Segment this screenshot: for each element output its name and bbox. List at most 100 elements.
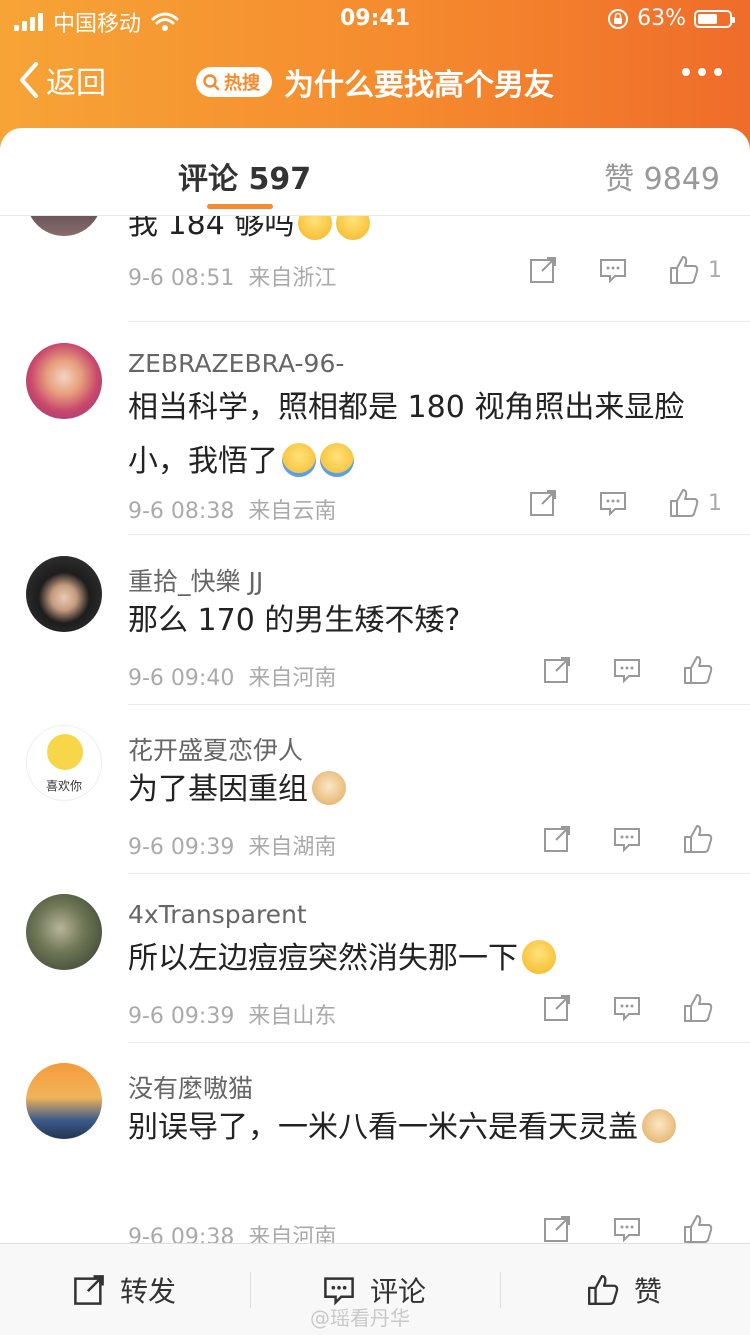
username[interactable]: 花开盛夏恋伊人 [128,731,303,767]
comment-text: 所以左边痘痘突然消失那一下 [128,932,728,986]
back-label: 返回 [46,66,106,101]
tab-active-indicator [207,204,273,209]
like-button[interactable] [682,992,722,1024]
thumbs-up-icon [670,489,699,517]
comment-icon [600,259,626,284]
avatar[interactable] [26,556,102,632]
reply-button[interactable] [612,824,642,854]
more-menu-button[interactable] [682,68,722,76]
username[interactable]: 重拾_快樂 JJ [128,562,263,598]
like-button[interactable]: 1 [668,254,722,286]
tab-bar: 评论 597 赞 9849 [0,128,750,216]
comment-actions [542,654,722,686]
watermark: @瑶看丹华 [310,1306,410,1330]
share-button[interactable] [542,993,572,1023]
avatar[interactable]: 喜欢你 [26,725,102,801]
reply-button[interactable] [612,1214,642,1243]
battery-percent: 63% [637,6,686,31]
comments-panel: 评论 597 赞 9849 我 184 够吗 9-6 08:51 来自浙江 1 [0,128,750,1334]
comment-actions: 1 [528,254,722,286]
battery-icon [694,9,735,28]
comment-meta: 9-6 09:40 来自河南 [128,666,337,691]
divider [128,534,750,535]
thumbs-up-icon [684,1215,713,1243]
comment-meta: 9-6 09:39 来自湖南 [128,835,337,860]
comment-text: 别误导了，一米八看一米六是看天灵盖 [128,1101,728,1155]
comment-icon [600,492,626,517]
comment-text: 相当科学，照相都是 180 视角照出来显脸小，我悟了 [128,390,685,479]
thumbs-up-icon [684,825,713,853]
like-button[interactable] [682,654,722,686]
hot-search-badge[interactable]: 热搜 [196,67,272,97]
username[interactable]: 4xTransparent [128,900,307,929]
comment-actions [542,823,722,855]
avatar[interactable] [26,1063,102,1139]
doge-emoji [312,771,346,805]
avatar-duck-graphic [47,734,83,770]
comment-text: 我 184 够吗 [128,216,728,252]
share-button[interactable] [528,255,558,285]
like-count: 1 [708,490,722,516]
comment-list[interactable]: 我 184 够吗 9-6 08:51 来自浙江 1 ZEBRAZEBRA-96-… [0,216,750,1243]
comment-icon [614,997,640,1022]
avatar[interactable] [26,216,102,236]
laugh-cry-emoji [282,443,316,477]
share-icon [530,490,556,516]
comment-item: ZEBRAZEBRA-96- 相当科学，照相都是 180 视角照出来显脸小，我悟… [0,323,750,535]
comment-meta: 9-6 09:39 来自山东 [128,1004,337,1029]
back-button[interactable]: 返回 [18,58,106,102]
rotation-lock-icon [608,8,629,29]
username[interactable]: ZEBRAZEBRA-96- [128,349,344,378]
divider [128,321,750,322]
comment-item: 喜欢你 花开盛夏恋伊人 为了基因重组 9-6 09:39 来自湖南 [0,705,750,874]
status-bar: 中国移动 09:41 63% [0,0,750,40]
separator [500,1272,501,1308]
comment-actions [542,1213,722,1243]
thumbs-up-icon [684,994,713,1022]
share-button[interactable] [542,655,572,685]
shush-emoji [522,940,556,974]
like-button[interactable] [682,823,722,855]
chevron-left-icon [20,62,38,98]
share-icon [544,657,570,683]
reply-button[interactable] [598,488,628,518]
title-group: 热搜 为什么要找高个男友 [196,60,554,104]
hot-badge-label: 热搜 [224,73,260,94]
tab-likes[interactable]: 赞 9849 [604,154,720,198]
share-icon [530,257,556,283]
like-button[interactable]: 赞 [586,1244,662,1335]
like-button[interactable]: 1 [668,487,722,519]
avatar-label: 喜欢你 [45,779,82,793]
repost-button[interactable]: 转发 [72,1244,176,1335]
comment-meta: 9-6 09:38 来自河南 [128,1225,337,1243]
avatar[interactable] [26,343,102,419]
reply-button[interactable] [612,655,642,685]
share-icon [74,1274,104,1305]
comment-item: 我 184 够吗 9-6 08:51 来自浙江 1 [0,216,750,322]
tab-comments[interactable]: 评论 597 [178,154,311,198]
comment-icon [614,659,640,684]
doge-emoji [642,1109,676,1143]
thumbs-up-icon [670,256,699,284]
comment-actions: 1 [528,487,722,519]
nav-bar: 返回 热搜 为什么要找高个男友 [0,52,750,112]
comment-actions [542,992,722,1024]
comment-text: 为了基因重组 [128,763,728,817]
search-icon [203,74,220,91]
comment-item: 4xTransparent 所以左边痘痘突然消失那一下 9-6 09:39 来自… [0,874,750,1043]
page-title: 为什么要找高个男友 [284,68,554,103]
like-button[interactable] [682,1213,722,1243]
like-count: 1 [708,257,722,283]
username[interactable]: 没有麼嗷猫 [128,1069,253,1105]
thumbs-up-icon [588,1274,619,1305]
share-button[interactable] [528,488,558,518]
comment-item: 没有麼嗷猫 别误导了，一米八看一米六是看天灵盖 9-6 09:38 来自河南 [0,1043,750,1243]
avatar[interactable] [26,894,102,970]
share-button[interactable] [542,824,572,854]
reply-button[interactable] [612,993,642,1023]
comment-meta: 9-6 08:51 来自浙江 [128,266,337,291]
share-icon [544,826,570,852]
grin-emoji [336,216,371,240]
share-button[interactable] [542,1214,572,1243]
reply-button[interactable] [598,255,628,285]
